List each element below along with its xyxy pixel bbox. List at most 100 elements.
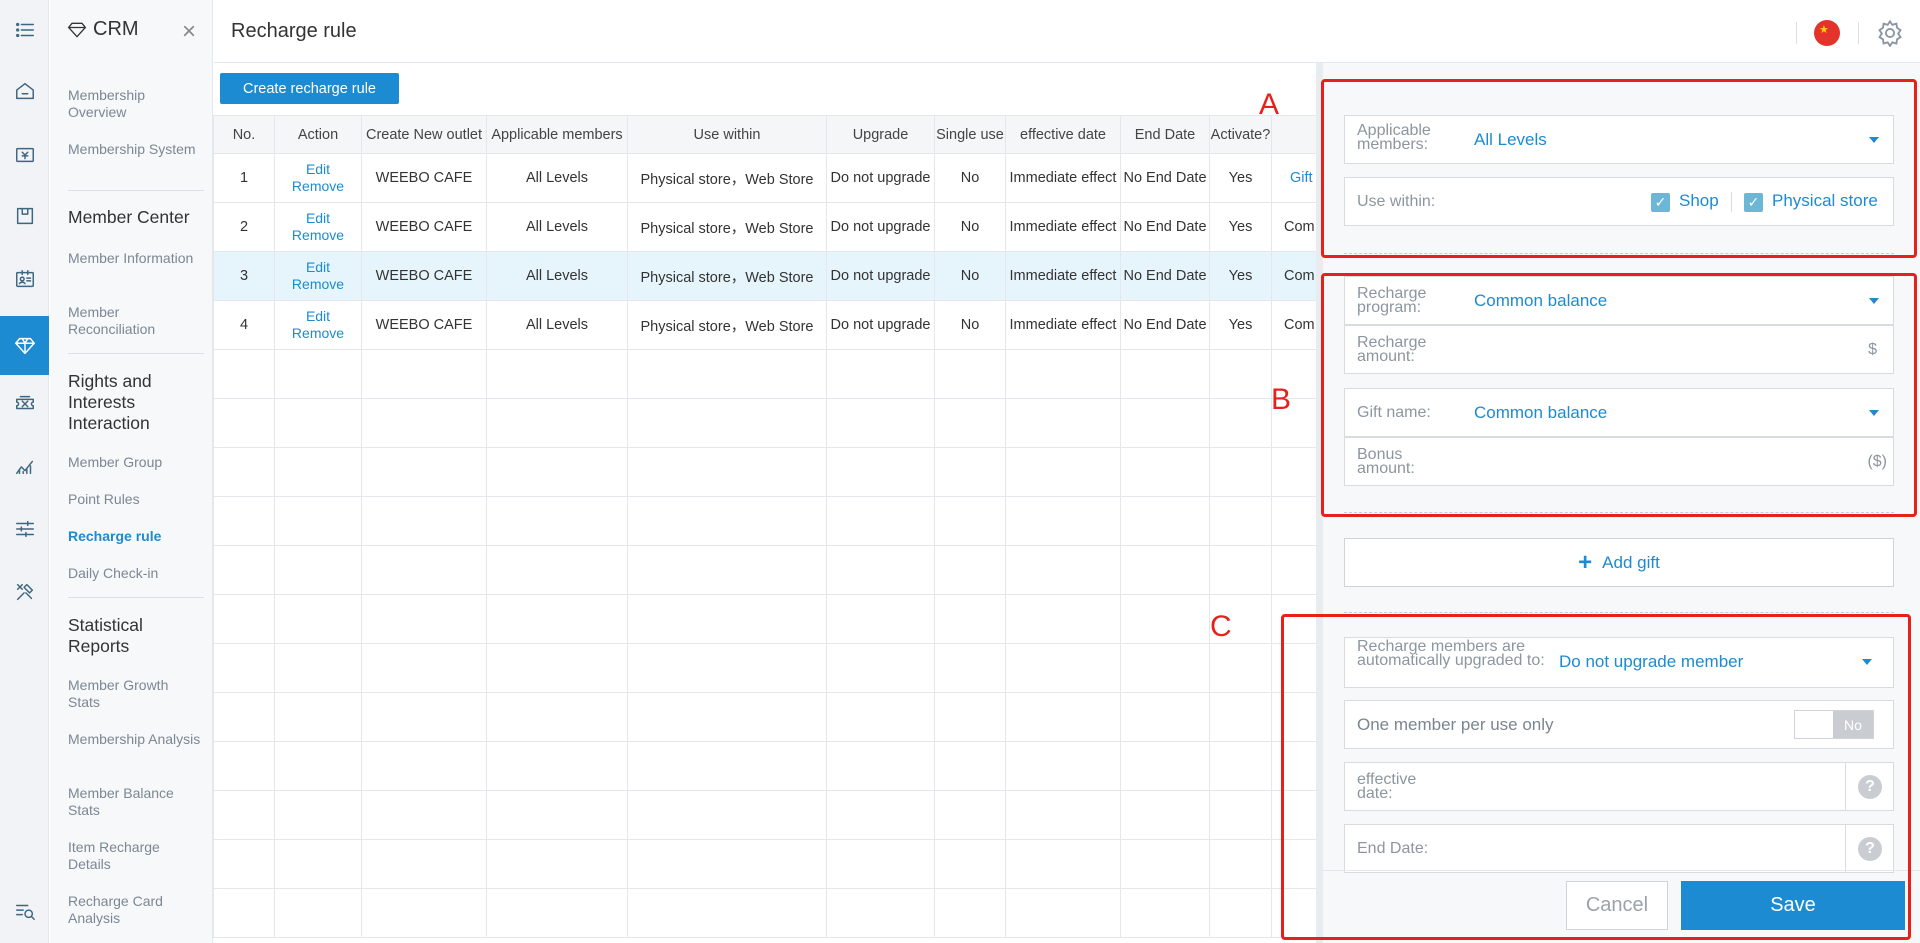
coupon-icon[interactable]	[0, 377, 49, 429]
table-cell-upgrade: Do not upgrade	[826, 300, 935, 350]
empty-cell	[213, 545, 275, 595]
search-list-icon[interactable]	[0, 885, 49, 937]
store-icon[interactable]	[0, 190, 49, 242]
table-cell-end: No End Date	[1120, 300, 1210, 350]
table-cell-active: Yes	[1209, 153, 1272, 203]
empty-cell	[934, 398, 1006, 448]
menu-item-member-reconciliation[interactable]: Member Reconciliation	[68, 304, 204, 338]
tools-icon[interactable]	[0, 566, 49, 618]
table-cell-use: Physical store，Web Store	[627, 300, 827, 350]
table-cell-single: No	[934, 300, 1006, 350]
empty-cell	[627, 692, 827, 742]
end-date-input[interactable]: End Date: ?	[1344, 824, 1894, 873]
shop-checkbox-label[interactable]: Shop	[1679, 191, 1719, 211]
table-cell-members: All Levels	[486, 300, 628, 350]
shop-checkbox[interactable]: ✓	[1651, 193, 1670, 212]
table-cell-outlet: WEEBO CAFE	[361, 153, 487, 203]
end-date-label: End Date:	[1357, 840, 1429, 857]
single-use-toggle[interactable]: No	[1794, 710, 1874, 739]
gift-name-select[interactable]: Gift name: Common balance	[1344, 388, 1894, 437]
empty-cell	[934, 790, 1006, 840]
save-button[interactable]: Save	[1681, 881, 1905, 930]
table-cell-end: No End Date	[1120, 153, 1210, 203]
table-row[interactable]: 2 Edit Remove WEEBO CAFE All Levels Physical …	[213, 202, 1318, 252]
cancel-button[interactable]: Cancel	[1566, 881, 1668, 930]
add-gift-button[interactable]: + Add gift	[1344, 538, 1894, 587]
menu-item-item-recharge-details[interactable]: Item Recharge Details	[68, 839, 204, 873]
remove-link[interactable]: Remove	[276, 276, 361, 293]
menu-item-member-balance-stats[interactable]: Member Balance Stats	[68, 785, 204, 819]
effective-date-input[interactable]: effective date: ?	[1344, 762, 1894, 811]
edit-link[interactable]: Edit	[276, 308, 361, 325]
table-cell-use: Physical store，Web Store	[627, 202, 827, 252]
close-menu-icon[interactable]: ×	[182, 20, 196, 44]
recharge-program-select[interactable]: Recharge program: Common balance	[1344, 276, 1894, 325]
annotation-label-c: C	[1210, 610, 1232, 643]
empty-cell	[627, 839, 827, 889]
table-cell-active: Yes	[1209, 251, 1272, 301]
recharge-amount-label: Recharge amount:	[1357, 334, 1427, 365]
table-cell-single: No	[934, 202, 1006, 252]
empty-cell	[486, 398, 628, 448]
edit-link[interactable]: Edit	[276, 210, 361, 227]
edit-link[interactable]: Edit	[276, 259, 361, 276]
remove-link[interactable]: Remove	[276, 227, 361, 244]
menu-item-member-group[interactable]: Member Group	[68, 454, 204, 471]
column-header: No.	[213, 115, 275, 154]
analytics-icon[interactable]	[0, 440, 49, 492]
remove-link[interactable]: Remove	[276, 178, 361, 195]
menu-item-membership-system[interactable]: Membership System	[68, 141, 204, 158]
menu-item-membership-analysis[interactable]: Membership Analysis	[68, 731, 204, 748]
menu-item-member-information[interactable]: Member Information	[68, 250, 204, 267]
menu-item-point-rules[interactable]: Point Rules	[68, 491, 204, 508]
bonus-amount-input[interactable]: Bonus amount: ($)	[1344, 437, 1894, 486]
empty-cell	[826, 741, 935, 791]
table-row[interactable]: 1 Edit Remove WEEBO CAFE All Levels Physical …	[213, 153, 1318, 203]
empty-cell	[361, 692, 487, 742]
menu-item-recharge-card-analysis[interactable]: Recharge Card Analysis	[68, 893, 204, 927]
empty-cell	[627, 741, 827, 791]
empty-cell	[1209, 496, 1272, 546]
language-flag-icon[interactable]: ★	[1814, 20, 1840, 46]
home-icon[interactable]	[0, 65, 49, 117]
header-divider	[1796, 22, 1797, 44]
crm-diamond-icon[interactable]	[0, 316, 49, 375]
menu-item-recharge-rule[interactable]: Recharge rule	[68, 528, 204, 545]
table-cell-upgrade: Do not upgrade	[826, 153, 935, 203]
physical-store-checkbox[interactable]: ✓	[1744, 193, 1763, 212]
empty-cell	[826, 447, 935, 497]
table-cell-extra: Com	[1271, 202, 1318, 252]
remove-link[interactable]: Remove	[276, 325, 361, 342]
table-row[interactable]: 4 Edit Remove WEEBO CAFE All Levels Physical …	[213, 300, 1318, 350]
menu-divider	[68, 190, 204, 191]
empty-cell	[627, 349, 827, 399]
empty-cell	[486, 447, 628, 497]
empty-cell	[274, 545, 362, 595]
empty-cell	[274, 594, 362, 644]
help-icon[interactable]: ?	[1858, 775, 1882, 799]
applicable-members-select[interactable]: Applicable members: All Levels	[1344, 115, 1894, 164]
menu-item-member-growth-stats[interactable]: Member Growth Stats	[68, 677, 204, 711]
menu-toggle-icon[interactable]	[0, 4, 49, 56]
physical-store-checkbox-label[interactable]: Physical store	[1772, 191, 1878, 211]
gear-icon[interactable]	[1876, 19, 1904, 48]
table-cell-end: No End Date	[1120, 202, 1210, 252]
upgrade-member-label: Recharge members are automatically upgra…	[1357, 638, 1545, 669]
member-card-icon[interactable]	[0, 253, 49, 305]
sliders-icon[interactable]	[0, 503, 49, 555]
create-recharge-rule-button[interactable]: Create recharge rule	[220, 73, 399, 104]
empty-cell	[213, 594, 275, 644]
empty-table-row	[213, 692, 1318, 742]
empty-cell	[1005, 741, 1121, 791]
recharge-amount-input[interactable]: Recharge amount: $	[1344, 325, 1894, 374]
menu-item-membership-overview[interactable]: Membership Overview	[68, 87, 204, 121]
empty-table-row	[213, 888, 1318, 938]
menu-item-daily-check-in[interactable]: Daily Check-in	[68, 565, 204, 582]
wallet-icon[interactable]	[0, 129, 49, 181]
table-row[interactable]: 3 Edit Remove WEEBO CAFE All Levels Physical …	[213, 251, 1318, 301]
empty-cell	[486, 496, 628, 546]
upgrade-member-select[interactable]: Recharge members are automatically upgra…	[1344, 637, 1894, 688]
help-icon[interactable]: ?	[1858, 837, 1882, 861]
table-cell-no: 1	[213, 153, 275, 203]
edit-link[interactable]: Edit	[276, 161, 361, 178]
